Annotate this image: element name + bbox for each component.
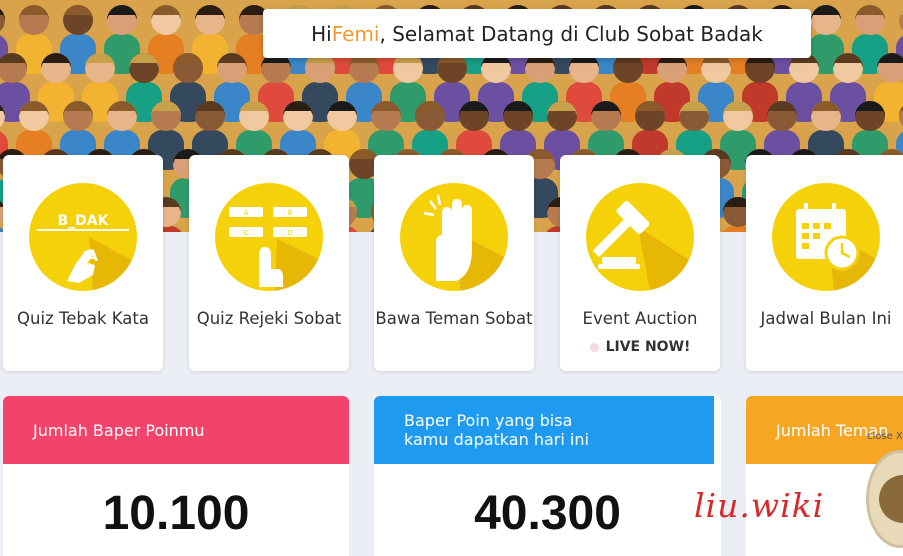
svg-text:B: B bbox=[288, 209, 293, 217]
stat-card-header: Jumlah Teman bbox=[746, 396, 903, 464]
greeting-prefix: Hi bbox=[311, 21, 332, 46]
stat-value: 40.300 bbox=[474, 487, 621, 540]
stat-card-baper-poin-today: Baper Poin yang bisa kamu dapatkan hari … bbox=[374, 396, 721, 556]
stat-title: Jumlah Baper Poinmu bbox=[33, 420, 205, 440]
word-quiz-icon: B_DAK A bbox=[29, 183, 137, 291]
gavel-icon bbox=[586, 183, 694, 291]
stat-card-header: Baper Poin yang bisa kamu dapatkan hari … bbox=[374, 396, 714, 464]
stat-card-header: Jumlah Baper Poinmu bbox=[3, 396, 349, 464]
menu-card-quiz-tebak-kata[interactable]: B_DAK A Quiz Tebak Kata bbox=[3, 155, 163, 371]
stat-card-baper-poin: Jumlah Baper Poinmu 10.100 bbox=[3, 396, 349, 556]
svg-text:D: D bbox=[287, 229, 292, 237]
menu-label: Jadwal Bulan Ini bbox=[760, 309, 892, 328]
close-popup-button[interactable]: close X bbox=[867, 431, 903, 442]
greeting-banner: Hi Femi , Selamat Datang di Club Sobat B… bbox=[263, 9, 811, 58]
hands-raised-icon bbox=[400, 183, 508, 291]
menu-card-bawa-teman-sobat[interactable]: Bawa Teman Sobat bbox=[374, 155, 534, 371]
menu-label: Event Auction LIVE NOW! bbox=[560, 306, 720, 360]
svg-text:C: C bbox=[244, 229, 249, 237]
menu-label-text: Event Auction bbox=[582, 309, 698, 328]
live-badge: LIVE NOW! bbox=[560, 334, 720, 360]
svg-text:B_DAK: B_DAK bbox=[58, 213, 110, 229]
svg-text:A: A bbox=[244, 209, 249, 217]
menu-card-jadwal-bulan-ini[interactable]: Jadwal Bulan Ini bbox=[746, 155, 903, 371]
greeting-text: , Selamat Datang di Club Sobat Badak bbox=[379, 21, 763, 46]
live-dot-icon bbox=[589, 342, 599, 352]
user-name: Femi bbox=[331, 21, 380, 46]
stat-value: 10.100 bbox=[102, 487, 250, 540]
menu-label: Bawa Teman Sobat bbox=[375, 309, 533, 328]
menu-card-quiz-rejeki-sobat[interactable]: A B C D Quiz Rejeki Sobat bbox=[189, 155, 349, 371]
menu-label: Quiz Tebak Kata bbox=[17, 309, 149, 328]
menu-label: Quiz Rejeki Sobat bbox=[196, 309, 342, 328]
stat-title: Baper Poin yang bisa kamu dapatkan hari … bbox=[404, 411, 589, 449]
live-badge-text: LIVE NOW! bbox=[605, 339, 691, 355]
answer-choices-icon: A B C D bbox=[215, 183, 323, 291]
menu-card-event-auction[interactable]: Event Auction LIVE NOW! bbox=[560, 155, 720, 371]
calendar-clock-icon bbox=[772, 183, 880, 291]
watermark-text: liu.wiki bbox=[694, 486, 825, 525]
